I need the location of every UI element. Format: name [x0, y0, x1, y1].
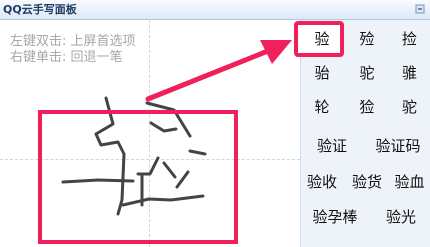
- candidate-item[interactable]: 验收: [300, 167, 344, 197]
- candidate-item[interactable]: 验: [300, 24, 344, 54]
- candidate-item[interactable]: 验货: [345, 167, 389, 197]
- candidate-item[interactable]: 骓: [389, 58, 430, 88]
- candidate-item[interactable]: 驼: [345, 58, 389, 88]
- candidate-item[interactable]: 驼: [389, 92, 430, 122]
- candidate-item[interactable]: 验光: [372, 202, 430, 232]
- candidate-item[interactable]: 殓: [345, 24, 389, 54]
- candidate-item[interactable]: 猃: [345, 92, 389, 122]
- candidate-item[interactable]: 验证: [300, 131, 364, 161]
- candidate-item[interactable]: 轮: [300, 92, 344, 122]
- candidate-item[interactable]: 验血: [389, 167, 430, 197]
- candidate-item[interactable]: 捡: [389, 24, 430, 54]
- candidate-item[interactable]: 骀: [300, 58, 344, 88]
- candidate-item[interactable]: 验证码: [366, 131, 430, 161]
- candidate-item[interactable]: 验孕棒: [300, 202, 370, 232]
